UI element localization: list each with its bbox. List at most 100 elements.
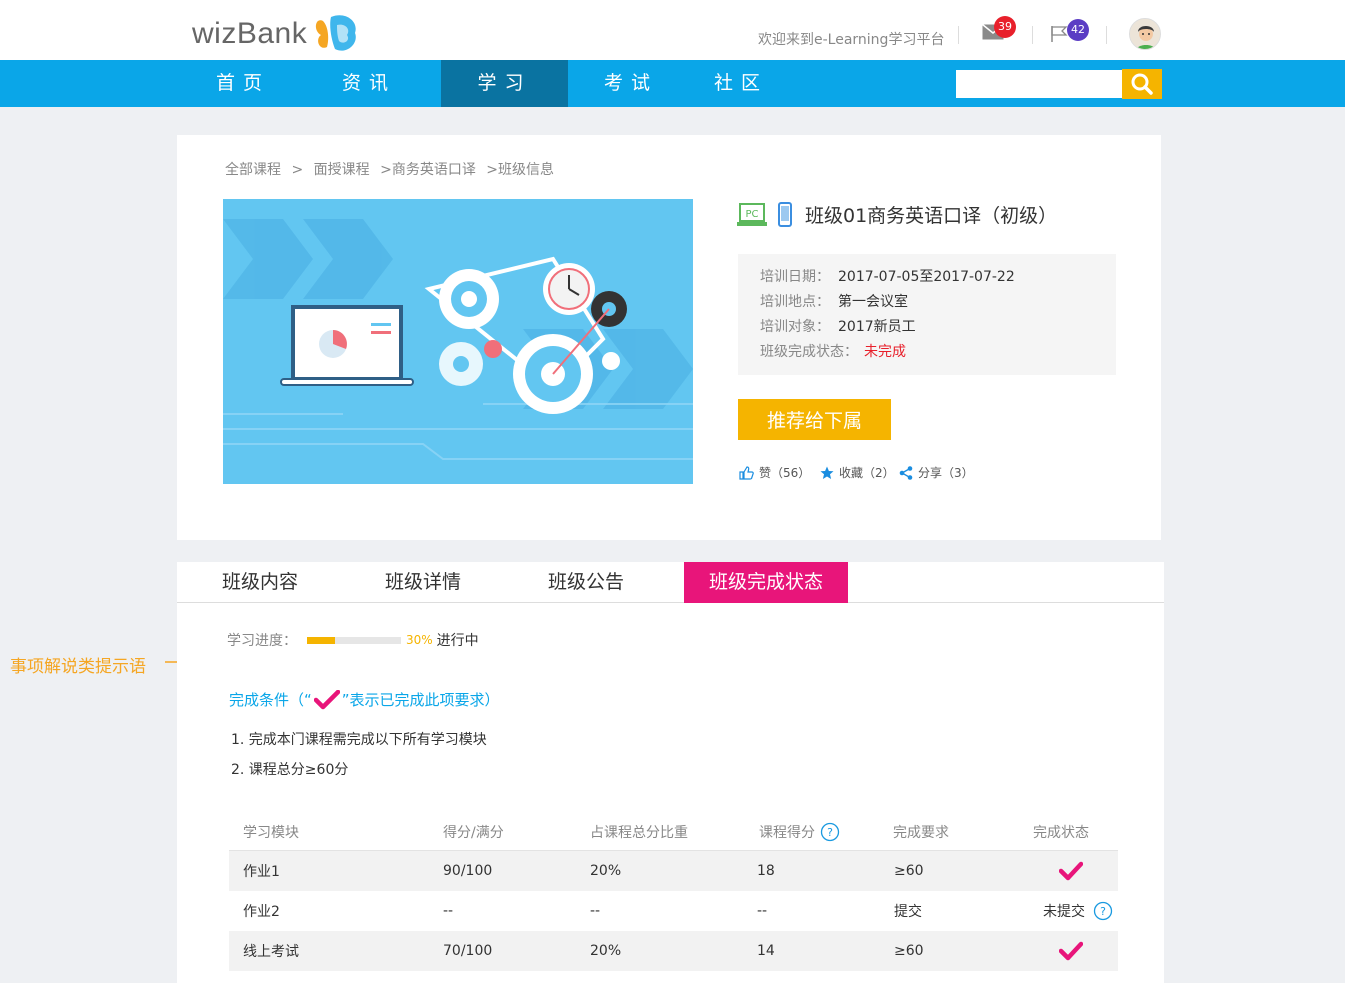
share-button[interactable]: 分享（3） (899, 464, 974, 481)
class-tabs-panel: 班级内容 班级详情 班级公告 班级完成状态 学习进度： 30% 进行中 完成条件… (177, 562, 1164, 983)
pc-device-icon: PC (737, 202, 767, 226)
table-row: 线上考试 70/100 20% 14 ≥60 (229, 931, 1118, 971)
like-button[interactable]: 赞（56） (739, 464, 810, 481)
score-cell: -- (443, 903, 454, 919)
info-label: 培训对象： (760, 319, 830, 335)
pc-label: PC (745, 209, 758, 220)
search-button[interactable] (1122, 69, 1162, 99)
score-cell: 70/100 (443, 943, 493, 959)
breadcrumb-course[interactable]: >商务英语口译 (380, 162, 476, 178)
nav-item-news[interactable]: 资讯 (314, 60, 424, 107)
wizbank-logo[interactable]: wizBank (192, 14, 361, 54)
tab-completion-status[interactable]: 班级完成状态 (684, 562, 848, 603)
conditions-title-suffix: ”表示已完成此项要求） (341, 691, 500, 709)
table-header: 课程得分 (759, 824, 815, 841)
top-bar: wizBank 欢迎来到e-Learning学习平台 39 42 (0, 0, 1345, 60)
progress-label: 学习进度： (227, 633, 297, 649)
table-header-course-score: 课程得分 ? (759, 813, 840, 850)
breadcrumb-all-courses[interactable]: 全部课程 (225, 162, 281, 178)
course-card: 全部课程 > 面授课程 >商务英语口译 >班级信息 PC 班级01商务英语口译（… (177, 135, 1161, 540)
table-header: 占课程总分比重 (590, 824, 688, 841)
table-header: 学习模块 (243, 824, 299, 841)
search-input[interactable] (956, 70, 1122, 98)
progress-percent: 30% (406, 633, 433, 647)
user-avatar-icon (1130, 19, 1160, 49)
module-cell: 线上考试 (243, 944, 299, 960)
info-row-date: 培训日期： 2017-07-05至2017-07-22 (760, 266, 1116, 291)
course-banner-image (223, 199, 693, 484)
recommend-button[interactable]: 推荐给下属 (738, 399, 891, 440)
module-cell: 作业1 (243, 864, 280, 880)
status-text: 未提交 (1043, 904, 1085, 920)
mail-badge: 39 (994, 16, 1016, 38)
help-icon[interactable]: ? (820, 822, 840, 842)
breadcrumb: 全部课程 > 面授课程 >商务英语口译 >班级信息 (225, 159, 560, 179)
gears-illustration (223, 199, 693, 484)
condition-item: 2. 课程总分≥60分 (231, 762, 349, 778)
nav-item-learning[interactable]: 学习 (441, 60, 568, 107)
avatar[interactable] (1129, 18, 1161, 50)
mobile-device-icon (778, 201, 792, 227)
svg-text:?: ? (827, 826, 833, 839)
table-header: 完成状态 (1033, 824, 1089, 841)
table-header-row: 学习模块 得分/满分 占课程总分比重 课程得分 ? 完成要求 完成状态 (229, 813, 1118, 851)
help-icon[interactable]: ? (1093, 901, 1113, 921)
status-cell (1059, 931, 1083, 971)
tab-class-notice[interactable]: 班级公告 (521, 562, 651, 603)
info-label: 班级完成状态： (760, 344, 858, 360)
share-icon (899, 465, 913, 480)
divider (958, 26, 959, 44)
requirement-cell: ≥60 (894, 943, 924, 959)
course-score-cell: 14 (757, 943, 775, 959)
nav-item-community[interactable]: 社区 (686, 60, 796, 107)
progress-row: 学习进度： 30% 进行中 (227, 630, 479, 650)
breadcrumb-separator: > (291, 162, 304, 178)
info-label: 培训日期： (760, 269, 830, 285)
requirement-cell: ≥60 (894, 863, 924, 879)
divider (1032, 26, 1033, 44)
weight-cell: 20% (590, 943, 622, 959)
weight-cell: -- (590, 903, 601, 919)
favorite-label: 收藏（2） (839, 466, 895, 480)
progress-bar (307, 636, 401, 644)
star-icon (820, 466, 834, 479)
score-cell: 90/100 (443, 863, 493, 879)
tab-class-details[interactable]: 班级详情 (358, 562, 488, 603)
like-label: 赞（56） (759, 466, 811, 480)
info-row-audience: 培训对象： 2017新员工 (760, 316, 1116, 341)
butterfly-logo-icon (316, 15, 357, 51)
weight-cell: 20% (590, 863, 622, 879)
course-title-row: PC 班级01商务英语口译（初级） (737, 201, 1057, 228)
table-header: 得分/满分 (443, 824, 504, 841)
completion-table: 学习模块 得分/满分 占课程总分比重 课程得分 ? 完成要求 完成状态 作业1 … (229, 813, 1118, 971)
status-cell: 未提交 ? (1043, 891, 1113, 931)
condition-item: 1. 完成本门课程需完成以下所有学习模块 (231, 732, 487, 748)
info-value: 2017-07-05至2017-07-22 (838, 269, 1015, 285)
course-score-cell: 18 (757, 863, 775, 879)
flag-badge: 42 (1067, 19, 1089, 41)
breadcrumb-face-courses[interactable]: 面授课程 (314, 162, 370, 178)
annotation-callout: 事项解说类提示语 (10, 657, 146, 677)
table-row: 作业1 90/100 20% 18 ≥60 (229, 851, 1118, 891)
main-nav: 首页 资讯 学习 考试 社区 (0, 60, 1345, 107)
checkmark-icon (1059, 941, 1083, 961)
nav-item-exam[interactable]: 考试 (576, 60, 686, 107)
course-title: 班级01商务英语口译（初级） (805, 205, 1058, 227)
checkmark-icon (313, 689, 340, 709)
table-header: 完成要求 (893, 824, 949, 841)
divider (1106, 26, 1107, 44)
search-icon (1131, 73, 1153, 95)
course-score-cell: -- (757, 903, 768, 919)
nav-item-home[interactable]: 首页 (188, 60, 298, 107)
progress-fill (307, 636, 336, 644)
tab-class-content[interactable]: 班级内容 (195, 562, 325, 603)
info-row-status: 班级完成状态： 未完成 (760, 341, 1116, 366)
completion-conditions-title: 完成条件（“ ”表示已完成此项要求） (229, 689, 500, 710)
course-info-box: 培训日期： 2017-07-05至2017-07-22 培训地点： 第一会议室 … (738, 254, 1116, 375)
module-cell: 作业2 (243, 904, 280, 920)
info-value: 2017新员工 (838, 319, 916, 335)
favorite-button[interactable]: 收藏（2） (820, 464, 895, 481)
table-row: 作业2 -- -- -- 提交 未提交 ? (229, 891, 1118, 931)
status-value: 未完成 (864, 344, 906, 360)
requirement-cell: 提交 (894, 904, 922, 920)
